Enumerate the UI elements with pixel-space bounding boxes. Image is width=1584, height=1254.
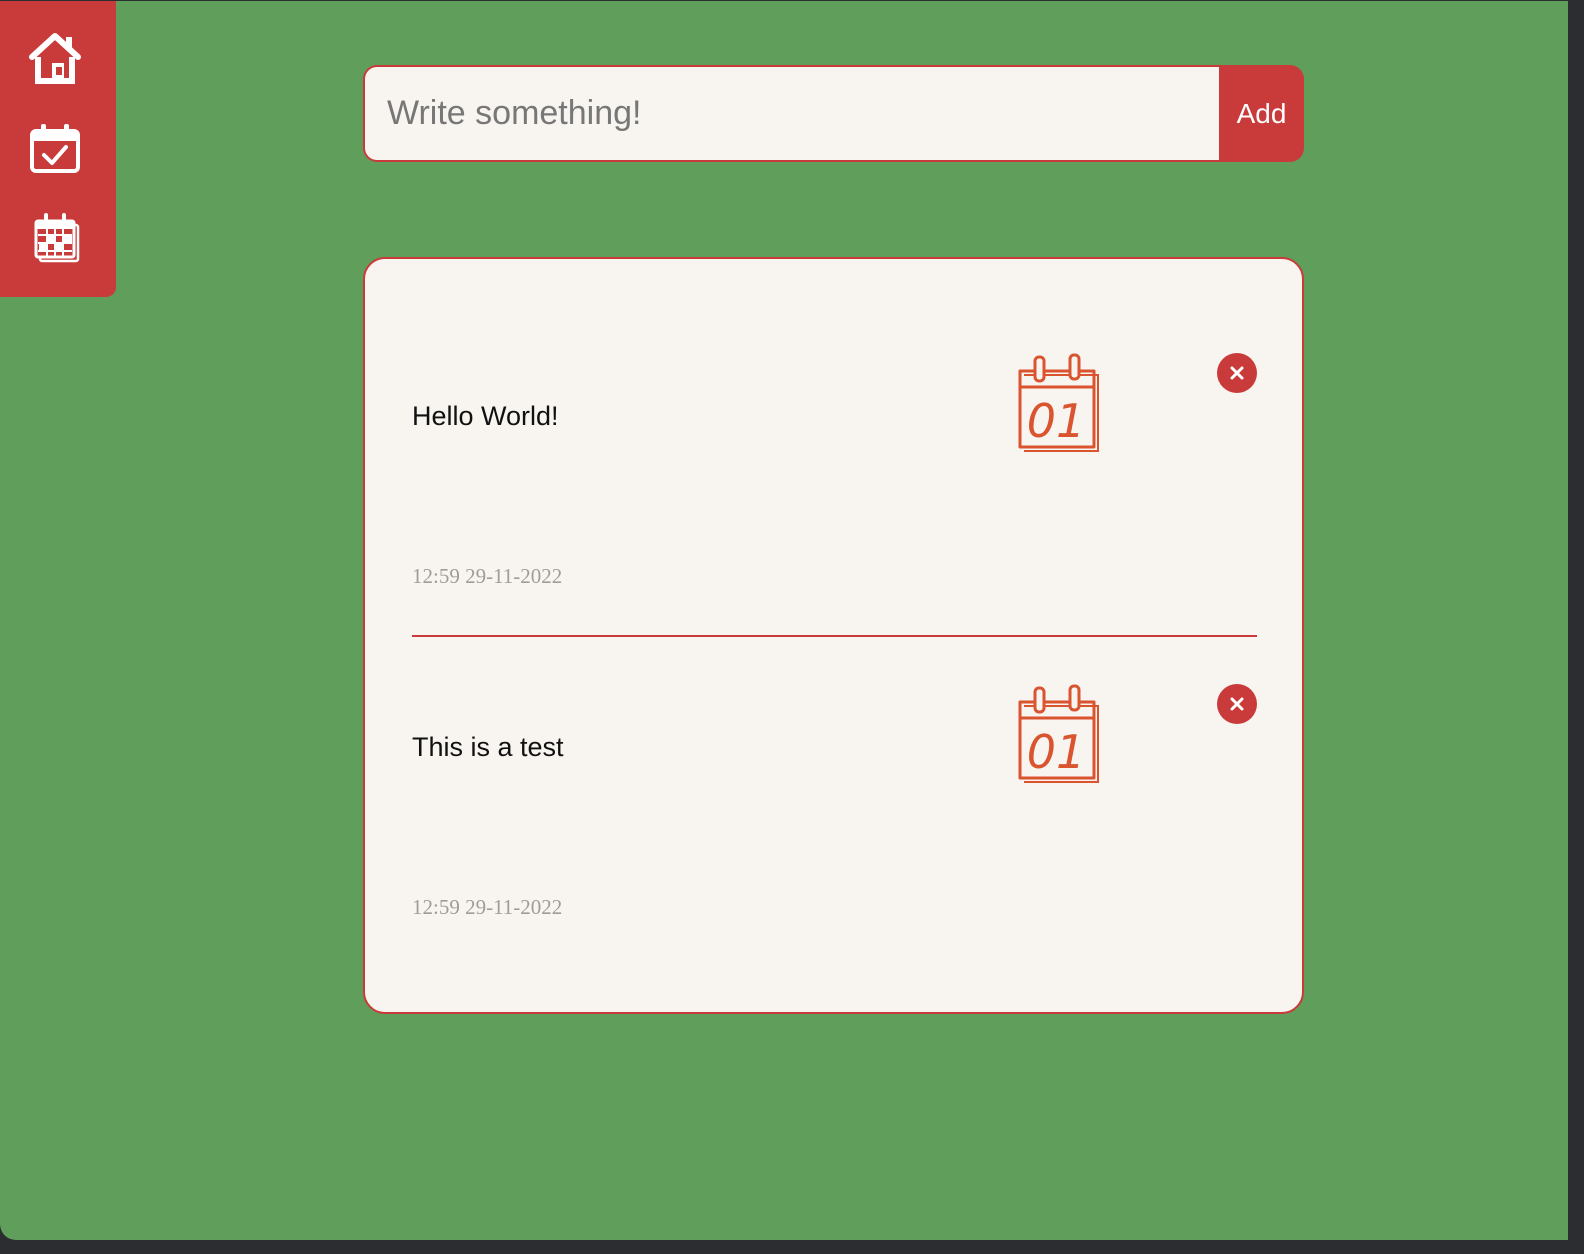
add-button[interactable]: Add [1219, 65, 1304, 162]
sidebar [0, 1, 116, 297]
todo-item: This is a test 12:59 29-11-2022 01 [412, 650, 1257, 950]
close-icon [1230, 697, 1244, 711]
todo-input[interactable] [363, 65, 1219, 162]
sidebar-item-home[interactable] [26, 29, 84, 87]
todo-item: Hello World! 12:59 29-11-2022 01 [412, 319, 1257, 619]
todo-text: Hello World! [412, 401, 559, 431]
calendar-01-icon[interactable]: 01 [1012, 351, 1100, 455]
delete-button[interactable] [1217, 684, 1257, 724]
home-icon [29, 33, 81, 84]
add-todo-form: Add [363, 65, 1304, 162]
divider [412, 635, 1257, 637]
todo-list: Hello World! 12:59 29-11-2022 01 This is… [363, 257, 1304, 1014]
todo-text: This is a test [412, 732, 564, 762]
delete-button[interactable] [1217, 353, 1257, 393]
sidebar-item-calendar[interactable] [26, 207, 84, 265]
calendar-day: 01 [1027, 725, 1086, 779]
close-icon [1230, 366, 1244, 380]
app-window: Add Hello World! 12:59 29-11-2022 01 [0, 1, 1568, 1240]
todo-date: 12:59 29-11-2022 [412, 895, 563, 919]
sidebar-item-todos[interactable] [26, 119, 84, 177]
calendar-day: 01 [1027, 394, 1086, 448]
calendar-check-icon [30, 124, 80, 173]
calendar-01-icon[interactable]: 01 [1012, 682, 1100, 786]
calendar-grid-icon [34, 213, 80, 263]
todo-date: 12:59 29-11-2022 [412, 564, 563, 588]
